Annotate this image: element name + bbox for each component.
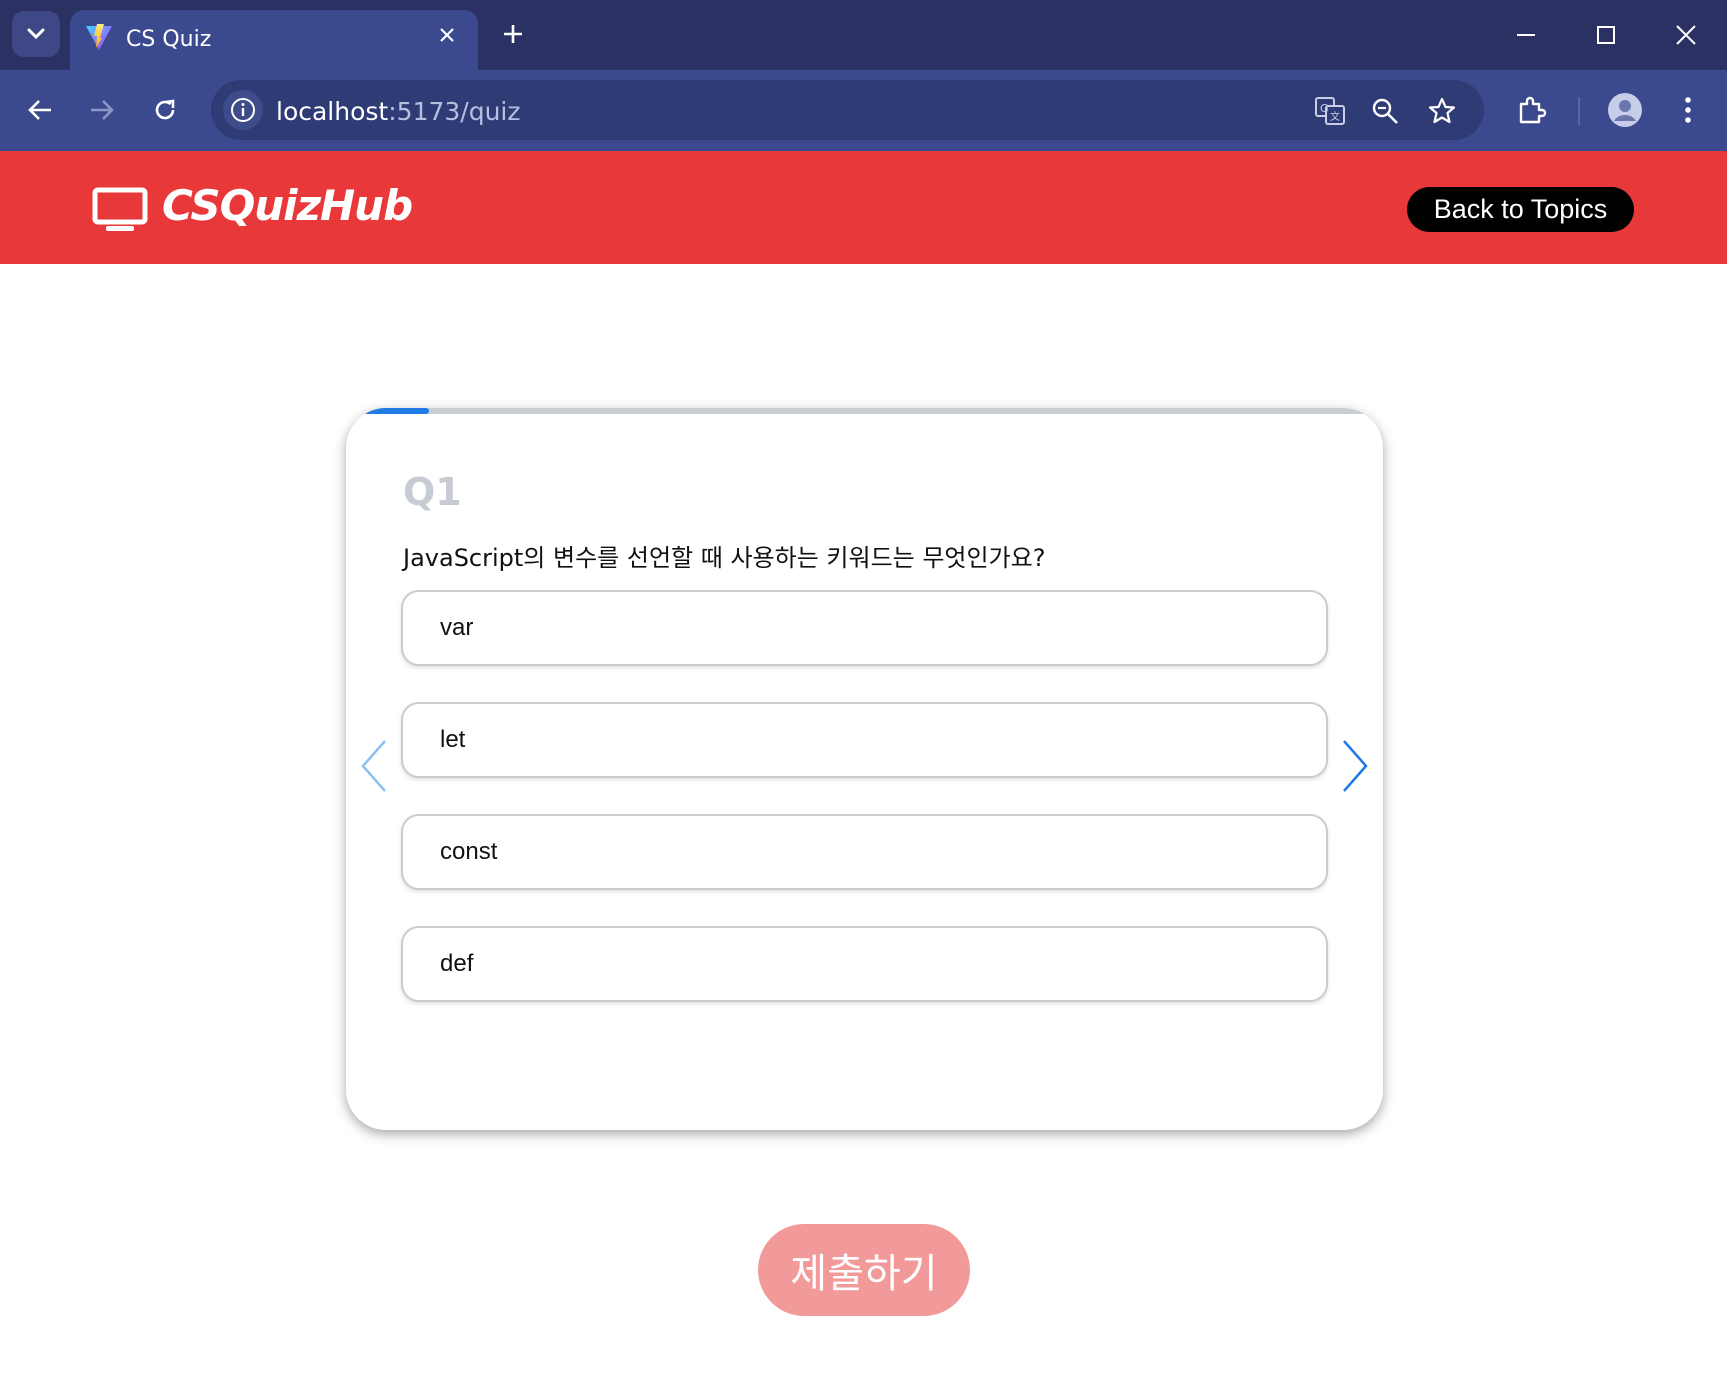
chevron-right-icon	[1343, 740, 1368, 792]
maximize-button[interactable]	[1581, 10, 1631, 60]
translate-button[interactable]: G文	[1311, 92, 1349, 130]
arrow-right-icon	[91, 100, 114, 120]
svg-text:G: G	[1320, 102, 1329, 115]
next-question-button[interactable]	[1335, 738, 1375, 794]
monitor-icon	[92, 187, 148, 231]
svg-text:文: 文	[1330, 110, 1340, 123]
more-vert-icon	[1685, 97, 1691, 123]
url-text: localhost:5173/quiz	[276, 97, 521, 126]
submit-button[interactable]: 제출하기	[758, 1224, 970, 1316]
chevron-down-icon	[27, 28, 45, 40]
answer-option[interactable]: var	[401, 590, 1328, 666]
app-logo-text[interactable]: CSQuizHub	[162, 181, 413, 230]
vite-logo-icon	[86, 24, 112, 50]
plus-icon	[504, 25, 522, 43]
bookmark-button[interactable]	[1423, 92, 1461, 130]
zoom-button[interactable]	[1366, 92, 1404, 130]
reload-button[interactable]	[143, 88, 187, 132]
translate-icon: G文	[1315, 97, 1345, 125]
minimize-button[interactable]	[1501, 10, 1551, 60]
chevron-left-icon	[361, 740, 386, 792]
app-header: CSQuizHub Back to Topics	[0, 151, 1727, 264]
back-to-topics-button[interactable]: Back to Topics	[1407, 187, 1634, 232]
tab-title: CS Quiz	[126, 27, 212, 52]
info-icon	[231, 98, 255, 122]
address-bar[interactable]: localhost:5173/quiz G文	[211, 80, 1484, 140]
forward-button[interactable]	[80, 88, 124, 132]
toolbar-separator	[1578, 97, 1580, 125]
extensions-button[interactable]	[1510, 88, 1554, 132]
answer-option[interactable]: def	[401, 926, 1328, 1002]
tab-close-button[interactable]	[432, 20, 462, 50]
puzzle-icon	[1519, 96, 1547, 124]
progress-bar	[346, 408, 1383, 414]
browser-toolbar: localhost:5173/quiz G文	[0, 70, 1727, 151]
browser-menu-button[interactable]	[1666, 88, 1710, 132]
answer-option[interactable]: const	[401, 814, 1328, 890]
maximize-icon	[1597, 26, 1615, 44]
url-host: localhost	[276, 97, 389, 126]
arrow-left-icon	[28, 100, 51, 120]
star-icon	[1428, 97, 1456, 124]
profile-button[interactable]	[1603, 88, 1647, 132]
minimize-icon	[1517, 34, 1535, 36]
close-icon	[440, 28, 454, 42]
url-path: :5173/quiz	[388, 97, 521, 126]
quiz-card: Q1 JavaScript의 변수를 선언할 때 사용하는 키워드는 무엇인가요…	[346, 408, 1383, 1130]
new-tab-button[interactable]	[496, 17, 530, 51]
answer-option[interactable]: let	[401, 702, 1328, 778]
site-info-button[interactable]	[223, 90, 263, 130]
browser-tab[interactable]: CS Quiz	[70, 10, 478, 70]
question-text: JavaScript의 변수를 선언할 때 사용하는 키워드는 무엇인가요?	[403, 544, 1046, 572]
question-number: Q1	[403, 470, 462, 514]
zoom-out-icon	[1372, 98, 1398, 124]
close-icon	[1676, 25, 1696, 45]
window-close-button[interactable]	[1661, 10, 1711, 60]
browser-tab-bar: CS Quiz	[0, 0, 1727, 70]
tab-search-button[interactable]	[12, 11, 60, 57]
reload-icon	[155, 99, 175, 120]
previous-question-button[interactable]	[354, 738, 394, 794]
progress-bar-fill	[346, 408, 429, 414]
back-button[interactable]	[18, 88, 62, 132]
avatar-icon	[1608, 93, 1642, 127]
